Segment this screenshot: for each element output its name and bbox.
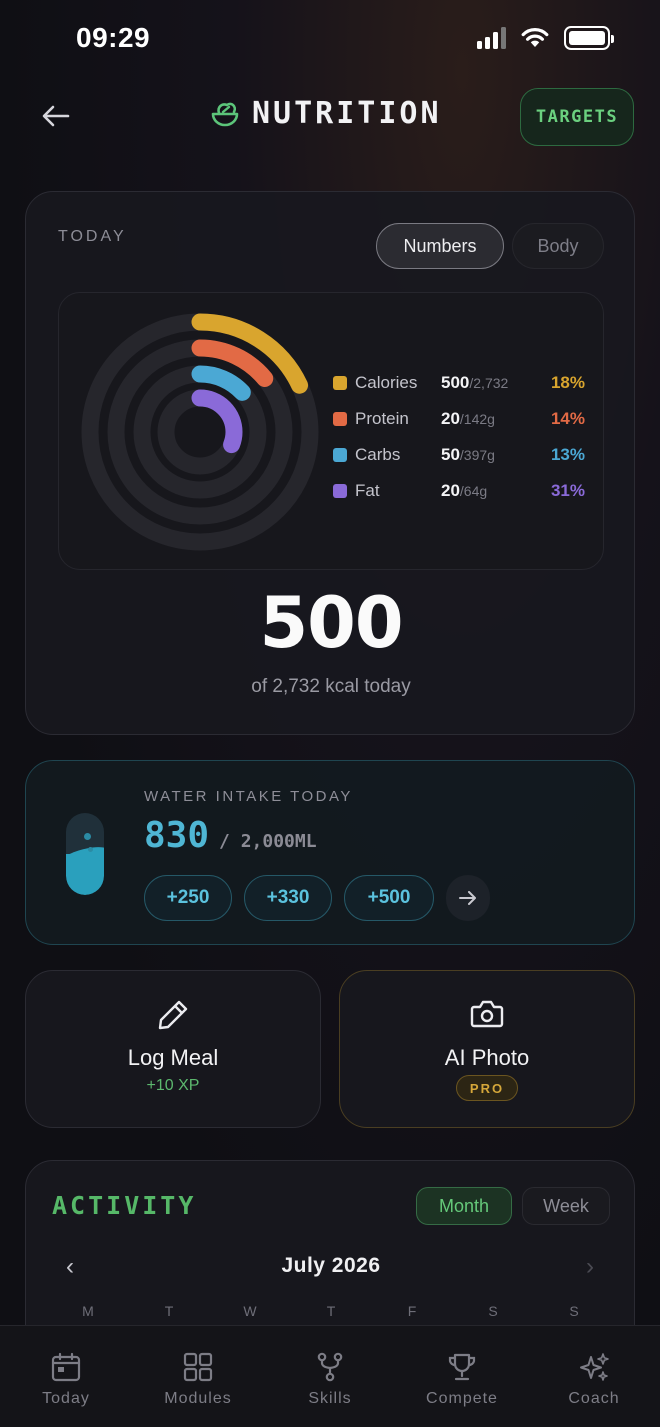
calories-subtitle: of 2,732 kcal today <box>251 676 411 697</box>
ai-photo-button[interactable]: AI Photo PRO <box>339 970 635 1128</box>
tab-label: Modules <box>164 1390 232 1407</box>
calendar-month: July 2026 <box>281 1254 381 1277</box>
numbers-toggle[interactable]: Numbers <box>376 223 504 269</box>
legend-name: Fat <box>355 481 380 500</box>
log-meal-xp: +10 XP <box>146 1077 200 1094</box>
back-button[interactable] <box>38 98 74 134</box>
add-250-button[interactable]: +250 <box>144 875 232 921</box>
legend-row-carbs: Carbs 50/397g 13% <box>333 437 603 473</box>
add-500-button[interactable]: +500 <box>344 875 434 921</box>
salad-icon <box>211 102 239 126</box>
header: NUTRITION TARGETS <box>0 88 660 146</box>
weekday-label: W <box>243 1303 257 1319</box>
legend-row-calories: Calories 500/2,732 18% <box>333 365 603 401</box>
log-meal-button[interactable]: Log Meal +10 XP <box>25 970 321 1128</box>
camera-icon <box>470 1000 504 1028</box>
water-amount: 830 / 2,000ML <box>144 815 317 856</box>
arrow-right-icon <box>459 891 476 905</box>
legend-row-fat: Fat 20/64g 31% <box>333 473 603 509</box>
status-icons <box>477 26 614 50</box>
legend-value: 50/397g <box>441 445 495 464</box>
tab-coach[interactable]: Coach <box>528 1326 660 1427</box>
pro-badge: PRO <box>456 1075 518 1101</box>
calories-swatch <box>333 376 347 390</box>
status-time: 09:29 <box>76 22 151 53</box>
weekday-label: T <box>326 1303 336 1319</box>
wifi-icon <box>521 28 549 47</box>
macro-rings-panel: Calories 500/2,732 18% Protein 20/142g 1… <box>58 292 604 570</box>
carbs-swatch <box>333 448 347 462</box>
chevron-right-icon[interactable]: › <box>586 1253 594 1281</box>
tab-label: Compete <box>426 1390 498 1407</box>
water-bottle-icon <box>66 813 104 895</box>
tab-compete[interactable]: Compete <box>396 1326 528 1427</box>
water-goal: / 2,000ML <box>219 831 317 852</box>
grid-icon <box>183 1352 213 1382</box>
body-toggle[interactable]: Body <box>512 223 604 269</box>
weekday-label: S <box>488 1303 498 1319</box>
calories-big-number: 500 <box>259 582 403 664</box>
weekday-header: M T W T F S S <box>48 1303 614 1319</box>
tab-skills[interactable]: Skills <box>264 1326 396 1427</box>
tab-label: Skills <box>308 1390 352 1407</box>
weekday-label: F <box>407 1303 417 1319</box>
title-wrap: NUTRITION <box>210 96 442 131</box>
tab-label: Today <box>42 1390 90 1407</box>
weekday-label: T <box>164 1303 174 1319</box>
tab-label: Coach <box>568 1390 620 1407</box>
weekday-label: M <box>82 1303 94 1319</box>
calendar-icon <box>51 1352 81 1382</box>
activity-title: ACTIVITY <box>52 1191 197 1220</box>
today-label: TODAY <box>58 228 127 245</box>
branch-icon <box>317 1352 343 1382</box>
tab-bar: Today Modules Skills Compete Coach <box>0 1325 660 1427</box>
water-intake-card: WATER INTAKE TODAY 830 / 2,000ML +250 +3… <box>25 760 635 945</box>
today-card: TODAY Numbers Body Calories 500/2,732 18… <box>25 191 635 735</box>
month-toggle[interactable]: Month <box>416 1187 512 1225</box>
custom-water-button[interactable] <box>446 875 490 921</box>
battery-icon <box>564 26 614 50</box>
fat-swatch <box>333 484 347 498</box>
weekday-label: S <box>569 1303 579 1319</box>
legend-value: 20/64g <box>441 481 488 500</box>
legend-percent: 31% <box>550 481 585 500</box>
legend-percent: 14% <box>550 409 585 428</box>
legend-percent: 13% <box>550 445 585 464</box>
sparkles-icon <box>580 1353 609 1381</box>
legend-percent: 18% <box>550 373 585 392</box>
week-toggle[interactable]: Week <box>522 1187 610 1225</box>
legend-name: Carbs <box>355 445 401 464</box>
legend-value: 20/142g <box>441 409 495 428</box>
trophy-icon <box>448 1353 476 1381</box>
tab-today[interactable]: Today <box>0 1326 132 1427</box>
ai-photo-title: AI Photo <box>444 1045 530 1070</box>
add-330-button[interactable]: +330 <box>244 875 332 921</box>
targets-button[interactable]: TARGETS <box>520 88 634 146</box>
legend-value: 500/2,732 <box>441 373 509 392</box>
arrow-left-icon <box>42 105 70 127</box>
log-meal-title: Log Meal <box>127 1045 219 1070</box>
status-bar: 09:29 <box>0 0 660 80</box>
legend-name: Protein <box>355 409 409 428</box>
signal-icon <box>477 27 506 49</box>
macro-legend: Calories 500/2,732 18% Protein 20/142g 1… <box>333 365 603 509</box>
macro-rings-chart <box>81 313 319 551</box>
protein-swatch <box>333 412 347 426</box>
legend-name: Calories <box>355 373 418 392</box>
tab-modules[interactable]: Modules <box>132 1326 264 1427</box>
legend-row-protein: Protein 20/142g 14% <box>333 401 603 437</box>
pencil-icon <box>158 1000 188 1030</box>
water-current: 830 <box>144 815 210 856</box>
water-title: WATER INTAKE TODAY <box>144 788 353 805</box>
page-title: NUTRITION <box>252 96 442 131</box>
